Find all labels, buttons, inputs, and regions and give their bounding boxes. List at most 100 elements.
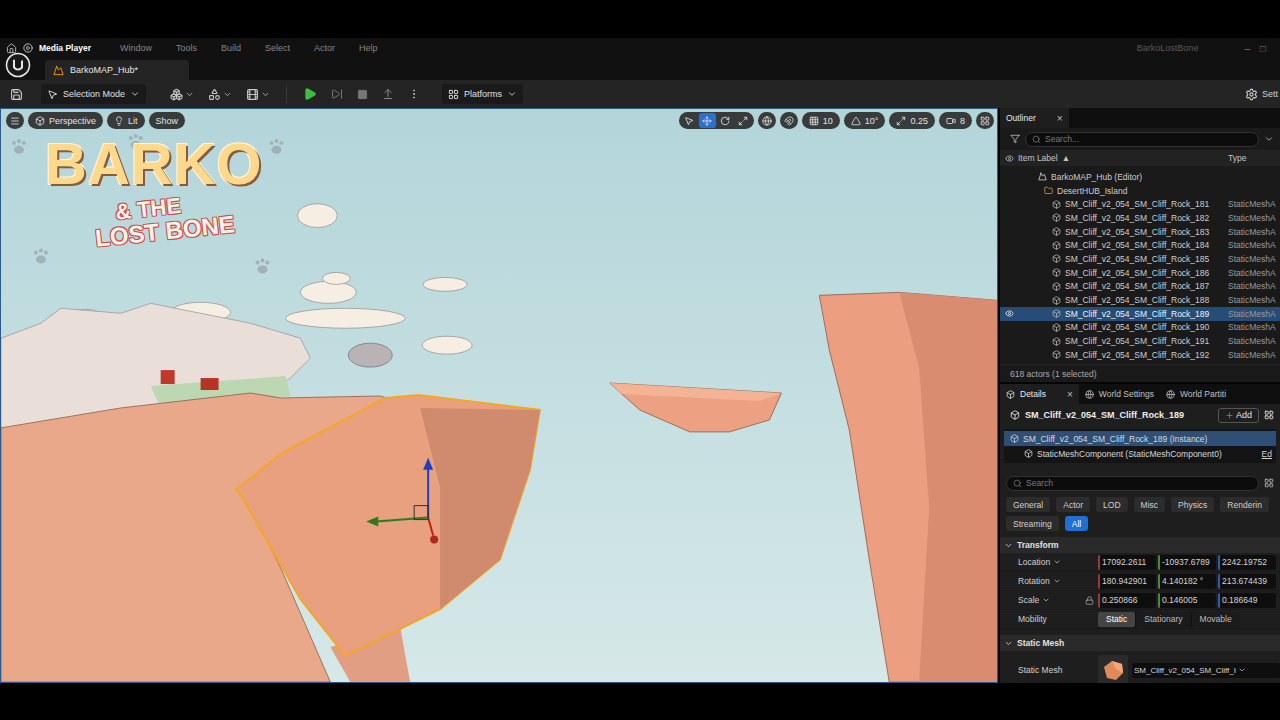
more-button[interactable]	[404, 84, 424, 104]
number-field[interactable]: 213.674439	[1218, 574, 1276, 589]
settings-button[interactable]: Sett	[1245, 88, 1280, 101]
eject-button[interactable]	[378, 84, 398, 104]
snap-button[interactable]: 10°	[844, 112, 886, 129]
snap-button[interactable]: 0.25	[889, 112, 935, 129]
snap-button[interactable]: 10	[802, 112, 840, 129]
coordinate-space-button[interactable]	[758, 112, 776, 129]
component-row[interactable]: SM_Cliff_v2_054_SM_Cliff_Rock_189 (Insta…	[1004, 431, 1276, 446]
selected-rock[interactable]	[236, 395, 540, 656]
media-player-icon[interactable]	[23, 43, 33, 53]
menu-item[interactable]: Select	[256, 43, 299, 53]
add-component-button[interactable]: Add	[1218, 408, 1259, 423]
platforms-dropdown[interactable]: Platforms	[442, 84, 523, 104]
add-content-button[interactable]	[166, 84, 198, 104]
outliner-row[interactable]: SM_Cliff_v2_054_SM_Cliff_Rock_184StaticM…	[1000, 238, 1280, 252]
selection-mode-dropdown[interactable]: Selection Mode	[41, 84, 146, 104]
eye-icon[interactable]	[1005, 309, 1014, 318]
outliner-row[interactable]: SM_Cliff_v2_054_SM_Cliff_Rock_186StaticM…	[1000, 266, 1280, 280]
outliner-row[interactable]: SM_Cliff_v2_054_SM_Cliff_Rock_185StaticM…	[1000, 252, 1280, 266]
layout-button[interactable]	[976, 112, 994, 129]
outliner-row[interactable]: SM_Cliff_v2_054_SM_Cliff_Rock_189StaticM…	[1000, 307, 1280, 321]
window-control[interactable]: □	[1260, 43, 1266, 54]
viewport[interactable]: BARKO& THELOST BONEPerspectiveLitShow101…	[0, 108, 998, 683]
viewport-scene[interactable]	[1, 109, 997, 682]
category-filter[interactable]: All	[1065, 516, 1088, 531]
chevron-down-icon[interactable]	[1264, 134, 1274, 144]
view-menu-button[interactable]: Lit	[107, 112, 145, 129]
details-search[interactable]: Search	[1006, 476, 1259, 491]
outliner-row[interactable]: DesertHUB_Island	[1000, 184, 1280, 198]
close-button[interactable]: ×	[1067, 389, 1073, 400]
number-field[interactable]: 0.146005	[1158, 593, 1216, 608]
details-tab[interactable]: World Partiti	[1160, 384, 1232, 404]
edit-link[interactable]: Ed	[1262, 449, 1272, 459]
property-label[interactable]: Location	[1000, 557, 1098, 567]
number-field[interactable]: 0.186649	[1218, 593, 1276, 608]
home-icon[interactable]	[6, 43, 17, 54]
outliner-row[interactable]: SM_Cliff_v2_054_SM_Cliff_Rock_181StaticM…	[1000, 197, 1280, 211]
number-field[interactable]: 4.140182 °	[1158, 574, 1216, 589]
blueprint-button[interactable]	[204, 84, 236, 104]
number-field[interactable]: 0.250866	[1098, 593, 1156, 608]
category-filter[interactable]: Actor	[1056, 497, 1090, 512]
menu-item[interactable]: Actor	[305, 43, 344, 53]
outliner-row[interactable]: SM_Cliff_v2_054_SM_Cliff_Rock_183StaticM…	[1000, 225, 1280, 239]
details-tab[interactable]: Details×	[1000, 384, 1079, 404]
component-row[interactable]: StaticMeshComponent (StaticMeshComponent…	[1004, 446, 1276, 461]
property-label[interactable]: Rotation	[1000, 576, 1098, 586]
transform-gizmo[interactable]	[366, 458, 438, 544]
number-field[interactable]: 2242.19752	[1218, 555, 1276, 570]
menu-item[interactable]: Help	[350, 43, 387, 53]
surface-snap-button[interactable]	[780, 112, 798, 129]
static-mesh-combo[interactable]: SM_Cliff_v2_054_SM_Cliff_I	[1132, 663, 1280, 678]
category-filter[interactable]: Misc	[1134, 497, 1165, 512]
category-filter[interactable]: LOD	[1096, 497, 1127, 512]
transform-tool[interactable]	[681, 113, 698, 128]
document-tab[interactable]: BarkoMAP_Hub*	[45, 60, 189, 80]
number-field[interactable]: 180.942901	[1098, 574, 1156, 589]
menu-item[interactable]: Build	[212, 43, 250, 53]
layout-icon[interactable]	[1264, 410, 1274, 420]
outliner-row[interactable]: SM_Cliff_v2_054_SM_Cliff_Rock_191StaticM…	[1000, 334, 1280, 348]
cinematics-button[interactable]	[242, 84, 274, 104]
outliner-row[interactable]: SM_Cliff_v2_054_SM_Cliff_Rock_187StaticM…	[1000, 280, 1280, 294]
transform-tool[interactable]	[717, 113, 734, 128]
outliner-row[interactable]: SM_Cliff_v2_054_SM_Cliff_Rock_190StaticM…	[1000, 321, 1280, 335]
stop-button[interactable]	[353, 84, 372, 104]
column-header[interactable]: Item Label▲	[1018, 153, 1228, 163]
details-tab[interactable]: World Settings	[1079, 384, 1160, 404]
number-field[interactable]: -10937.6789	[1158, 555, 1216, 570]
outliner-row[interactable]: SM_Cliff_v2_054_SM_Cliff_Rock_182StaticM…	[1000, 211, 1280, 225]
view-menu-button[interactable]: Perspective	[28, 112, 103, 129]
window-control[interactable]: –	[1244, 43, 1250, 54]
menu-item[interactable]: Window	[111, 43, 161, 53]
step-button[interactable]	[327, 84, 347, 104]
play-button[interactable]	[299, 84, 321, 104]
transform-section[interactable]: Transform	[1000, 537, 1280, 553]
outliner-search[interactable]: Search...	[1025, 132, 1259, 147]
view-options-icon[interactable]	[1264, 478, 1274, 488]
static-mesh-section[interactable]: Static Mesh	[1000, 635, 1280, 651]
mobility-option[interactable]: Stationary	[1136, 612, 1190, 627]
menu-item[interactable]: Tools	[167, 43, 206, 53]
outliner-tab[interactable]: Outliner×	[1000, 108, 1069, 128]
category-filter[interactable]: Streaming	[1006, 516, 1059, 531]
category-filter[interactable]: General	[1006, 497, 1050, 512]
viewport-menu-button[interactable]	[6, 112, 24, 129]
outliner-row[interactable]: SM_Cliff_v2_054_SM_Cliff_Rock_192StaticM…	[1000, 348, 1280, 362]
save-icon[interactable]	[10, 88, 23, 101]
transform-tool[interactable]	[699, 113, 716, 128]
outliner-row[interactable]: SM_Cliff_v2_054_SM_Cliff_Rock_188StaticM…	[1000, 293, 1280, 307]
filter-icon[interactable]	[1010, 134, 1020, 144]
outliner-row[interactable]: BarkoMAP_Hub (Editor)	[1000, 170, 1280, 184]
category-filter[interactable]: Renderin	[1220, 497, 1269, 512]
column-header[interactable]: Type	[1228, 153, 1280, 163]
mesh-thumbnail-icon[interactable]	[1098, 655, 1128, 683]
snap-button[interactable]: 8	[939, 112, 972, 129]
mobility-option[interactable]: Static	[1098, 612, 1135, 627]
transform-tool[interactable]	[735, 113, 752, 128]
view-menu-button[interactable]: Show	[149, 112, 186, 129]
lock-icon[interactable]	[1085, 596, 1094, 605]
category-filter[interactable]: Physics	[1171, 497, 1214, 512]
unreal-logo-icon[interactable]	[5, 52, 31, 78]
